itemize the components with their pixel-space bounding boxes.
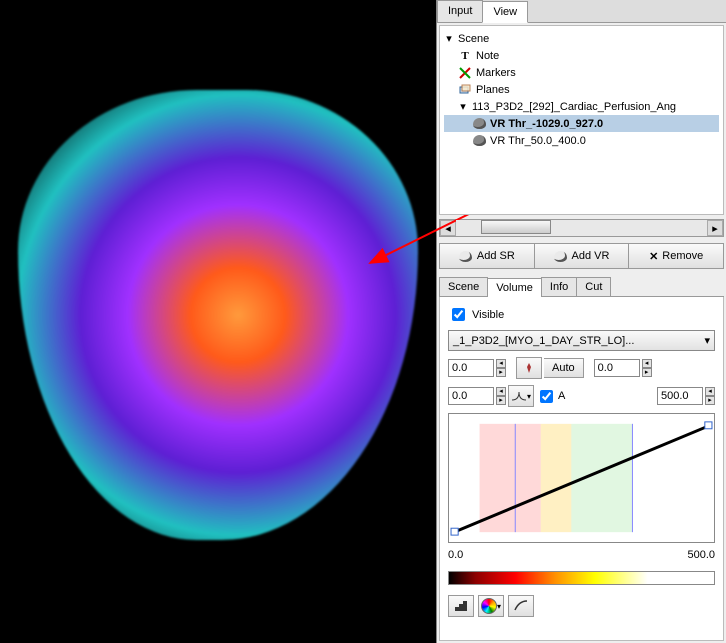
tab-scene[interactable]: Scene	[439, 277, 488, 296]
tree-label: Markers	[476, 67, 516, 79]
curve-button[interactable]	[508, 595, 534, 617]
palette-button[interactable]: ▾	[478, 595, 504, 617]
volume-properties: Visible _1_P3D2_[MYO_1_DAY_STR_LO]... ▾ …	[439, 297, 724, 641]
opacity-high-input[interactable]	[657, 387, 703, 405]
vr-icon	[554, 249, 568, 263]
tree-node-vr1[interactable]: VR Thr_-1029.0_927.0	[444, 115, 719, 132]
property-tabs: Scene Volume Info Cut	[439, 277, 724, 297]
tree-node-series[interactable]: ▾ 113_P3D2_[292]_Cardiac_Perfusion_Ang	[444, 98, 719, 115]
scroll-thumb[interactable]	[481, 220, 551, 234]
scroll-right-button[interactable]: ▸	[707, 220, 723, 236]
sr-icon	[459, 249, 473, 263]
volume-render	[18, 90, 418, 540]
render-viewport[interactable]	[0, 0, 436, 643]
a-label: A	[558, 390, 565, 402]
planes-icon	[458, 83, 472, 97]
tab-cut[interactable]: Cut	[576, 277, 611, 296]
dropdown-value: _1_P3D2_[MYO_1_DAY_STR_LO]...	[453, 335, 634, 347]
tree-node-note[interactable]: T Note	[444, 47, 719, 64]
curve-mode-button[interactable]: ▾	[508, 385, 534, 407]
expand-icon[interactable]: ▾	[444, 32, 454, 45]
chevron-down-icon: ▾	[704, 334, 710, 347]
range-row: ◂▸ Auto ◂▸	[448, 357, 715, 379]
tree-label: Note	[476, 50, 499, 62]
color-gradient[interactable]	[448, 571, 715, 585]
tab-volume[interactable]: Volume	[487, 278, 542, 297]
stepper-icon	[454, 600, 468, 612]
axis-min: 0.0	[448, 549, 463, 561]
tab-info[interactable]: Info	[541, 277, 577, 296]
add-sr-button[interactable]: Add SR	[439, 243, 535, 269]
range-high-input[interactable]	[594, 359, 640, 377]
gradient-toolbar: ▾	[448, 595, 715, 617]
main-tabs: Input View	[437, 0, 726, 23]
visible-checkbox[interactable]	[452, 308, 465, 321]
markers-icon	[458, 66, 472, 80]
remove-button[interactable]: Remove	[629, 243, 724, 269]
volume-icon	[472, 117, 486, 131]
opacity-low-input[interactable]	[448, 387, 494, 405]
tree-label: Scene	[458, 33, 489, 45]
stepper-button[interactable]	[448, 595, 474, 617]
pin-icon	[523, 362, 535, 374]
axis-max: 500.0	[687, 549, 715, 561]
tree-hscroll[interactable]: ◂ ▸	[439, 219, 724, 237]
curve2-icon	[514, 600, 528, 612]
opacity-row: ◂▸ ▾ A ◂▸	[448, 385, 715, 407]
button-label: Remove	[662, 250, 703, 262]
opacity-low-spinner[interactable]: ◂▸	[496, 387, 506, 405]
tree-node-planes[interactable]: Planes	[444, 81, 719, 98]
tree-label: VR Thr_50.0_400.0	[490, 135, 586, 147]
tree-node-scene[interactable]: ▾ Scene	[444, 30, 719, 47]
range-low-spinner[interactable]: ◂▸	[496, 359, 506, 377]
tree-label: VR Thr_-1029.0_927.0	[490, 118, 603, 130]
add-vr-button[interactable]: Add VR	[535, 243, 630, 269]
opacity-high-spinner[interactable]: ◂▸	[705, 387, 715, 405]
visible-label: Visible	[472, 309, 504, 321]
tree-label: Planes	[476, 84, 510, 96]
close-icon	[649, 250, 658, 263]
axis-row: 0.0 500.0	[448, 549, 715, 561]
auto-button[interactable]: Auto	[544, 358, 584, 378]
text-icon: T	[458, 49, 472, 63]
curve-icon	[511, 390, 527, 402]
scroll-track[interactable]	[456, 220, 707, 236]
range-low-input[interactable]	[448, 359, 494, 377]
tree-node-vr2[interactable]: VR Thr_50.0_400.0	[444, 132, 719, 149]
range-high-spinner[interactable]: ◂▸	[642, 359, 652, 377]
button-label: Add VR	[572, 250, 610, 262]
side-panel: Input View ▾ Scene T Note Markers Planes…	[436, 0, 726, 643]
a-checkbox[interactable]	[540, 390, 553, 403]
button-label: Add SR	[477, 250, 515, 262]
tree-label: 113_P3D2_[292]_Cardiac_Perfusion_Ang	[472, 101, 676, 113]
scene-tree[interactable]: ▾ Scene T Note Markers Planes ▾ 113_P3D2…	[439, 25, 724, 215]
tab-view[interactable]: View	[482, 1, 528, 23]
opacity-curve-editor[interactable]	[448, 413, 715, 543]
palette-icon	[481, 598, 497, 614]
tree-toolbar: Add SR Add VR Remove	[439, 243, 724, 269]
volume-icon	[472, 134, 486, 148]
expand-icon[interactable]: ▾	[458, 100, 468, 113]
curve-canvas	[449, 414, 714, 542]
dataset-dropdown[interactable]: _1_P3D2_[MYO_1_DAY_STR_LO]... ▾	[448, 330, 715, 351]
tab-input[interactable]: Input	[437, 0, 483, 22]
scroll-left-button[interactable]: ◂	[440, 220, 456, 236]
pin-button[interactable]	[516, 357, 542, 379]
tree-node-markers[interactable]: Markers	[444, 64, 719, 81]
